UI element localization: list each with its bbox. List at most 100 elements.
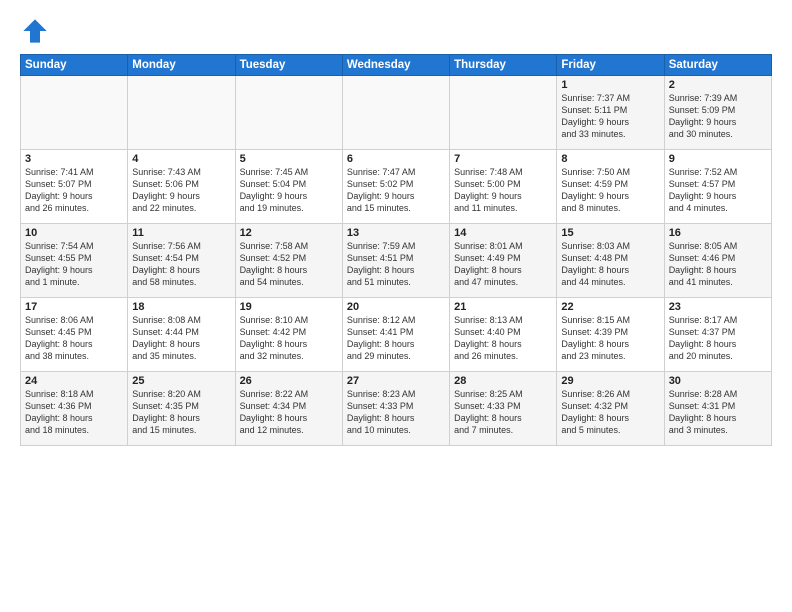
day-cell: 9Sunrise: 7:52 AM Sunset: 4:57 PM Daylig… (664, 150, 771, 224)
day-info: Sunrise: 8:23 AM Sunset: 4:33 PM Dayligh… (347, 388, 445, 437)
day-info: Sunrise: 8:12 AM Sunset: 4:41 PM Dayligh… (347, 314, 445, 363)
day-cell: 10Sunrise: 7:54 AM Sunset: 4:55 PM Dayli… (21, 224, 128, 298)
day-info: Sunrise: 8:28 AM Sunset: 4:31 PM Dayligh… (669, 388, 767, 437)
day-info: Sunrise: 7:59 AM Sunset: 4:51 PM Dayligh… (347, 240, 445, 289)
day-info: Sunrise: 8:25 AM Sunset: 4:33 PM Dayligh… (454, 388, 552, 437)
day-number: 12 (240, 227, 338, 239)
day-number: 3 (25, 153, 123, 165)
day-info: Sunrise: 7:39 AM Sunset: 5:09 PM Dayligh… (669, 92, 767, 141)
day-info: Sunrise: 7:45 AM Sunset: 5:04 PM Dayligh… (240, 166, 338, 215)
day-cell: 8Sunrise: 7:50 AM Sunset: 4:59 PM Daylig… (557, 150, 664, 224)
day-number: 27 (347, 375, 445, 387)
day-number: 16 (669, 227, 767, 239)
day-number: 2 (669, 79, 767, 91)
day-number: 19 (240, 301, 338, 313)
day-info: Sunrise: 8:08 AM Sunset: 4:44 PM Dayligh… (132, 314, 230, 363)
day-info: Sunrise: 8:26 AM Sunset: 4:32 PM Dayligh… (561, 388, 659, 437)
day-number: 22 (561, 301, 659, 313)
day-number: 7 (454, 153, 552, 165)
day-cell (128, 76, 235, 150)
week-row-3: 17Sunrise: 8:06 AM Sunset: 4:45 PM Dayli… (21, 298, 772, 372)
day-number: 21 (454, 301, 552, 313)
calendar-table: SundayMondayTuesdayWednesdayThursdayFrid… (20, 54, 772, 446)
calendar-header: SundayMondayTuesdayWednesdayThursdayFrid… (21, 55, 772, 76)
day-cell (235, 76, 342, 150)
day-number: 9 (669, 153, 767, 165)
day-info: Sunrise: 8:20 AM Sunset: 4:35 PM Dayligh… (132, 388, 230, 437)
day-info: Sunrise: 8:10 AM Sunset: 4:42 PM Dayligh… (240, 314, 338, 363)
day-info: Sunrise: 7:54 AM Sunset: 4:55 PM Dayligh… (25, 240, 123, 289)
day-number: 14 (454, 227, 552, 239)
day-cell (450, 76, 557, 150)
day-number: 13 (347, 227, 445, 239)
day-cell: 1Sunrise: 7:37 AM Sunset: 5:11 PM Daylig… (557, 76, 664, 150)
day-cell: 7Sunrise: 7:48 AM Sunset: 5:00 PM Daylig… (450, 150, 557, 224)
day-cell: 22Sunrise: 8:15 AM Sunset: 4:39 PM Dayli… (557, 298, 664, 372)
day-info: Sunrise: 7:41 AM Sunset: 5:07 PM Dayligh… (25, 166, 123, 215)
day-cell: 11Sunrise: 7:56 AM Sunset: 4:54 PM Dayli… (128, 224, 235, 298)
logo (20, 16, 54, 46)
day-number: 30 (669, 375, 767, 387)
day-number: 29 (561, 375, 659, 387)
day-cell: 4Sunrise: 7:43 AM Sunset: 5:06 PM Daylig… (128, 150, 235, 224)
day-cell: 15Sunrise: 8:03 AM Sunset: 4:48 PM Dayli… (557, 224, 664, 298)
calendar-body: 1Sunrise: 7:37 AM Sunset: 5:11 PM Daylig… (21, 76, 772, 446)
day-number: 15 (561, 227, 659, 239)
day-info: Sunrise: 8:01 AM Sunset: 4:49 PM Dayligh… (454, 240, 552, 289)
day-cell: 17Sunrise: 8:06 AM Sunset: 4:45 PM Dayli… (21, 298, 128, 372)
weekday-header-tuesday: Tuesday (235, 55, 342, 76)
day-number: 10 (25, 227, 123, 239)
day-cell: 18Sunrise: 8:08 AM Sunset: 4:44 PM Dayli… (128, 298, 235, 372)
day-number: 17 (25, 301, 123, 313)
day-info: Sunrise: 7:56 AM Sunset: 4:54 PM Dayligh… (132, 240, 230, 289)
day-number: 24 (25, 375, 123, 387)
weekday-header-sunday: Sunday (21, 55, 128, 76)
day-cell: 5Sunrise: 7:45 AM Sunset: 5:04 PM Daylig… (235, 150, 342, 224)
day-cell: 23Sunrise: 8:17 AM Sunset: 4:37 PM Dayli… (664, 298, 771, 372)
day-cell (342, 76, 449, 150)
page-header (20, 16, 772, 46)
day-cell (21, 76, 128, 150)
weekday-row: SundayMondayTuesdayWednesdayThursdayFrid… (21, 55, 772, 76)
day-info: Sunrise: 8:03 AM Sunset: 4:48 PM Dayligh… (561, 240, 659, 289)
day-number: 18 (132, 301, 230, 313)
day-info: Sunrise: 8:18 AM Sunset: 4:36 PM Dayligh… (25, 388, 123, 437)
day-info: Sunrise: 8:06 AM Sunset: 4:45 PM Dayligh… (25, 314, 123, 363)
day-info: Sunrise: 7:48 AM Sunset: 5:00 PM Dayligh… (454, 166, 552, 215)
day-number: 1 (561, 79, 659, 91)
day-info: Sunrise: 8:22 AM Sunset: 4:34 PM Dayligh… (240, 388, 338, 437)
weekday-header-monday: Monday (128, 55, 235, 76)
day-number: 6 (347, 153, 445, 165)
week-row-4: 24Sunrise: 8:18 AM Sunset: 4:36 PM Dayli… (21, 372, 772, 446)
day-info: Sunrise: 7:52 AM Sunset: 4:57 PM Dayligh… (669, 166, 767, 215)
day-number: 11 (132, 227, 230, 239)
day-number: 23 (669, 301, 767, 313)
day-cell: 14Sunrise: 8:01 AM Sunset: 4:49 PM Dayli… (450, 224, 557, 298)
weekday-header-saturday: Saturday (664, 55, 771, 76)
day-number: 8 (561, 153, 659, 165)
day-cell: 19Sunrise: 8:10 AM Sunset: 4:42 PM Dayli… (235, 298, 342, 372)
day-number: 20 (347, 301, 445, 313)
day-info: Sunrise: 8:15 AM Sunset: 4:39 PM Dayligh… (561, 314, 659, 363)
day-info: Sunrise: 8:17 AM Sunset: 4:37 PM Dayligh… (669, 314, 767, 363)
day-cell: 3Sunrise: 7:41 AM Sunset: 5:07 PM Daylig… (21, 150, 128, 224)
day-cell: 26Sunrise: 8:22 AM Sunset: 4:34 PM Dayli… (235, 372, 342, 446)
weekday-header-friday: Friday (557, 55, 664, 76)
day-cell: 30Sunrise: 8:28 AM Sunset: 4:31 PM Dayli… (664, 372, 771, 446)
day-cell: 29Sunrise: 8:26 AM Sunset: 4:32 PM Dayli… (557, 372, 664, 446)
day-info: Sunrise: 7:43 AM Sunset: 5:06 PM Dayligh… (132, 166, 230, 215)
day-cell: 27Sunrise: 8:23 AM Sunset: 4:33 PM Dayli… (342, 372, 449, 446)
weekday-header-thursday: Thursday (450, 55, 557, 76)
day-cell: 28Sunrise: 8:25 AM Sunset: 4:33 PM Dayli… (450, 372, 557, 446)
day-cell: 21Sunrise: 8:13 AM Sunset: 4:40 PM Dayli… (450, 298, 557, 372)
day-info: Sunrise: 7:37 AM Sunset: 5:11 PM Dayligh… (561, 92, 659, 141)
day-info: Sunrise: 8:13 AM Sunset: 4:40 PM Dayligh… (454, 314, 552, 363)
day-info: Sunrise: 7:50 AM Sunset: 4:59 PM Dayligh… (561, 166, 659, 215)
day-cell: 24Sunrise: 8:18 AM Sunset: 4:36 PM Dayli… (21, 372, 128, 446)
logo-icon (20, 16, 50, 46)
week-row-2: 10Sunrise: 7:54 AM Sunset: 4:55 PM Dayli… (21, 224, 772, 298)
day-cell: 25Sunrise: 8:20 AM Sunset: 4:35 PM Dayli… (128, 372, 235, 446)
day-number: 26 (240, 375, 338, 387)
day-info: Sunrise: 8:05 AM Sunset: 4:46 PM Dayligh… (669, 240, 767, 289)
day-cell: 20Sunrise: 8:12 AM Sunset: 4:41 PM Dayli… (342, 298, 449, 372)
